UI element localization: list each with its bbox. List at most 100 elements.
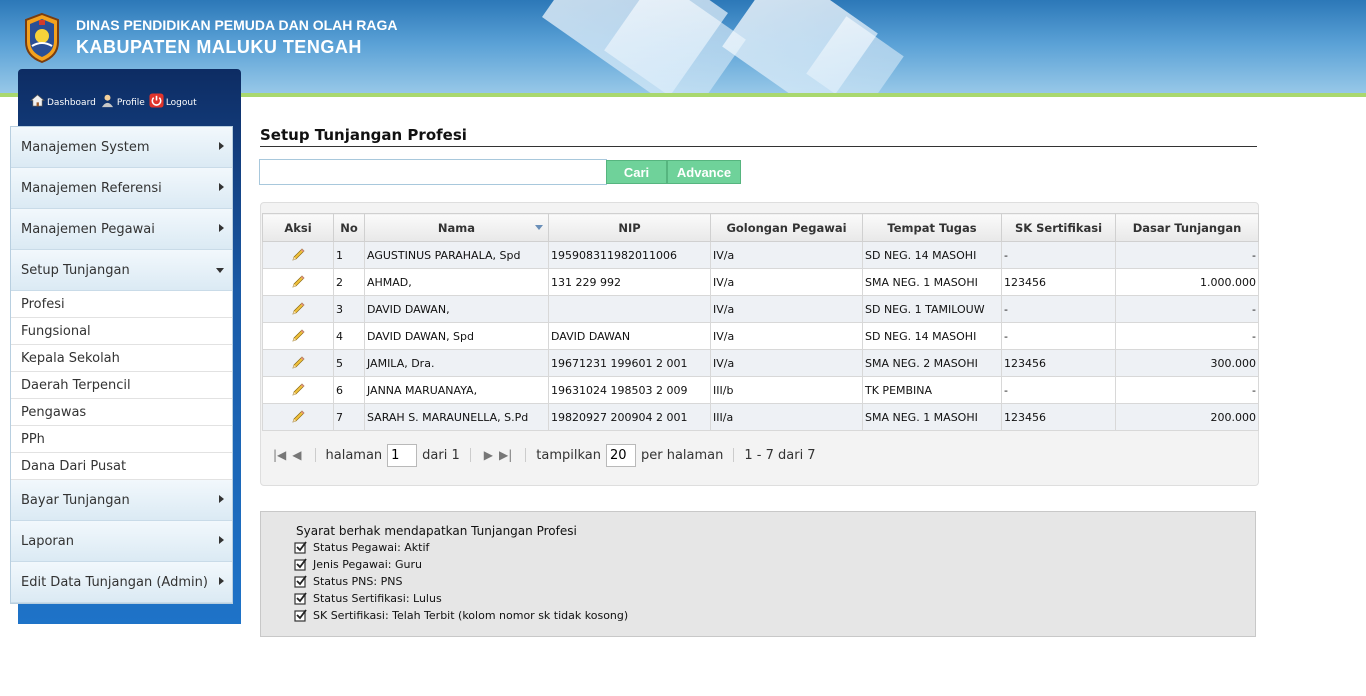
submenu-item-pph[interactable]: PPh bbox=[11, 426, 232, 453]
submenu-item-fungsional[interactable]: Fungsional bbox=[11, 318, 232, 345]
cell-aksi bbox=[262, 403, 334, 431]
menu-item-label: Manajemen System bbox=[21, 139, 150, 155]
column-header-aksi[interactable]: Aksi bbox=[262, 213, 334, 242]
requirement-text: SK Sertifikasi: Telah Terbit (kolom nomo… bbox=[313, 609, 629, 622]
table-row: 7 SARAH S. MARAUNELLA, S.Pd 19820927 20090… bbox=[262, 403, 1259, 431]
edit-pencil-icon[interactable] bbox=[290, 247, 306, 263]
sort-indicator-icon bbox=[535, 225, 543, 230]
column-header-nip[interactable]: NIP bbox=[548, 213, 711, 242]
requirement-item: Status Sertifikasi: Lulus bbox=[294, 590, 628, 607]
table-header-row: Aksi No Nama NIP Golongan Pegawai Tempat… bbox=[262, 213, 1259, 242]
table-row: 6 JANNA MARUANAYA, 19631024 198503 2 009 II… bbox=[262, 376, 1259, 404]
menu-item-edit-data-tunjangan[interactable]: Edit Data Tunjangan (Admin) bbox=[11, 562, 232, 603]
menu-item-label: Manajemen Pegawai bbox=[21, 221, 155, 237]
menu-item-bayar-tunjangan[interactable]: Bayar Tunjangan bbox=[11, 480, 232, 521]
page-title: Setup Tunjangan Profesi bbox=[260, 126, 1257, 147]
submenu-item-kepala-sekolah[interactable]: Kepala Sekolah bbox=[11, 345, 232, 372]
menu-item-label: Laporan bbox=[21, 533, 74, 549]
cell-nama: JAMILA, Dra. bbox=[364, 349, 549, 377]
edit-pencil-icon[interactable] bbox=[290, 382, 306, 398]
requirement-text: Status PNS: PNS bbox=[313, 575, 403, 588]
user-icon bbox=[101, 94, 113, 108]
cell-dasar-tunjangan: 300.000 bbox=[1115, 349, 1259, 377]
cell-golongan: IV/a bbox=[710, 241, 863, 269]
caret-down-icon bbox=[216, 268, 224, 273]
next-page-icon[interactable]: ▶ bbox=[484, 448, 493, 462]
cell-no: 3 bbox=[333, 295, 365, 323]
cell-no: 2 bbox=[333, 268, 365, 296]
checkbox-checked-icon bbox=[294, 575, 307, 588]
per-page-input[interactable] bbox=[605, 443, 636, 467]
submenu-item-profesi[interactable]: Profesi bbox=[11, 291, 232, 318]
table-row: 5 JAMILA, Dra. 19671231 199601 2 001 IV/a SM… bbox=[262, 349, 1259, 377]
submenu-item-daerah-terpencil[interactable]: Daerah Terpencil bbox=[11, 372, 232, 399]
column-header-nama[interactable]: Nama bbox=[364, 213, 549, 242]
cell-tempat-tugas: SMA NEG. 2 MASOHI bbox=[862, 349, 1002, 377]
advance-search-button[interactable]: Advance bbox=[667, 160, 741, 184]
checkbox-checked-icon bbox=[294, 592, 307, 605]
column-header-golongan[interactable]: Golongan Pegawai bbox=[710, 213, 863, 242]
cell-nama: DAVID DAWAN, bbox=[364, 295, 549, 323]
caret-right-icon bbox=[219, 183, 224, 191]
search-button[interactable]: Cari bbox=[606, 160, 667, 184]
edit-pencil-icon[interactable] bbox=[290, 328, 306, 344]
pager-separator bbox=[469, 448, 471, 462]
cell-nip: 19631024 198503 2 009 bbox=[548, 376, 711, 404]
requirements-list: Status Pegawai: Aktif Jenis Pegawai: Guru… bbox=[294, 539, 628, 624]
cell-aksi bbox=[262, 241, 334, 269]
caret-right-icon bbox=[219, 224, 224, 232]
cell-golongan: IV/a bbox=[710, 295, 863, 323]
cell-nip: 131 229 992 bbox=[548, 268, 711, 296]
edit-pencil-icon[interactable] bbox=[290, 274, 306, 290]
cell-nip: 19671231 199601 2 001 bbox=[548, 349, 711, 377]
quicklink-logout-label: Logout bbox=[165, 98, 197, 108]
pager-halaman-label: halaman bbox=[325, 447, 383, 463]
first-page-icon[interactable]: |◀ bbox=[273, 448, 286, 462]
last-page-icon[interactable]: ▶| bbox=[499, 448, 512, 462]
cell-sk-sertifikasi: 123456 bbox=[1001, 403, 1116, 431]
cell-golongan: IV/a bbox=[710, 322, 863, 350]
cell-no: 7 bbox=[333, 403, 365, 431]
cell-aksi bbox=[262, 295, 334, 323]
cell-nama: SARAH S. MARAUNELLA, S.Pd bbox=[364, 403, 549, 431]
table-row: 3 DAVID DAWAN, IV/a SD NEG. 1 TAMILOUW - - bbox=[262, 295, 1259, 323]
column-header-tempat-tugas[interactable]: Tempat Tugas bbox=[862, 213, 1002, 242]
menu-item-setup-tunjangan[interactable]: Setup Tunjangan bbox=[11, 250, 232, 291]
submenu-item-pengawas[interactable]: Pengawas bbox=[11, 399, 232, 426]
cell-tempat-tugas: SD NEG. 14 MASOHI bbox=[862, 322, 1002, 350]
cell-golongan: IV/a bbox=[710, 349, 863, 377]
edit-pencil-icon[interactable] bbox=[290, 409, 306, 425]
column-header-no[interactable]: No bbox=[333, 213, 365, 242]
cell-tempat-tugas: SD NEG. 1 TAMILOUW bbox=[862, 295, 1002, 323]
caret-right-icon bbox=[219, 142, 224, 150]
cell-dasar-tunjangan: 200.000 bbox=[1115, 403, 1259, 431]
cell-tempat-tugas: TK PEMBINA bbox=[862, 376, 1002, 404]
menu-item-laporan[interactable]: Laporan bbox=[11, 521, 232, 562]
page-number-input[interactable] bbox=[387, 443, 418, 467]
checkbox-checked-icon bbox=[294, 558, 307, 571]
column-header-nama-label: Nama bbox=[437, 220, 476, 235]
cell-nama: DAVID DAWAN, Spd bbox=[364, 322, 549, 350]
menu-item-manajemen-referensi[interactable]: Manajemen Referensi bbox=[11, 168, 232, 209]
caret-right-icon bbox=[219, 536, 224, 544]
column-header-sk-sertifikasi[interactable]: SK Sertifikasi bbox=[1001, 213, 1116, 242]
cell-nama: AHMAD, bbox=[364, 268, 549, 296]
edit-pencil-icon[interactable] bbox=[290, 355, 306, 371]
requirement-item: Status Pegawai: Aktif bbox=[294, 539, 628, 556]
cell-sk-sertifikasi: - bbox=[1001, 322, 1116, 350]
submenu-item-dana-dari-pusat[interactable]: Dana Dari Pusat bbox=[11, 453, 232, 480]
menu-item-manajemen-system[interactable]: Manajemen System bbox=[11, 127, 232, 168]
search-input[interactable] bbox=[259, 159, 607, 185]
prev-page-icon[interactable]: ◀ bbox=[292, 448, 301, 462]
quicklink-dashboard[interactable]: Dashboard bbox=[30, 93, 96, 108]
requirements-title: Syarat berhak mendapatkan Tunjangan Prof… bbox=[296, 524, 577, 538]
column-header-dasar-tunjangan[interactable]: Dasar Tunjangan bbox=[1115, 213, 1259, 242]
pager-tampilkan-label: tampilkan bbox=[536, 447, 601, 463]
pager-separator bbox=[525, 448, 527, 462]
quicklink-logout[interactable]: Logout bbox=[149, 93, 197, 108]
quicklink-profile[interactable]: Profile bbox=[100, 93, 145, 108]
table-row: 4 DAVID DAWAN, Spd DAVID DAWAN IV/a SD NEG. … bbox=[262, 322, 1259, 350]
requirement-text: Jenis Pegawai: Guru bbox=[313, 558, 422, 571]
menu-item-manajemen-pegawai[interactable]: Manajemen Pegawai bbox=[11, 209, 232, 250]
edit-pencil-icon[interactable] bbox=[290, 301, 306, 317]
